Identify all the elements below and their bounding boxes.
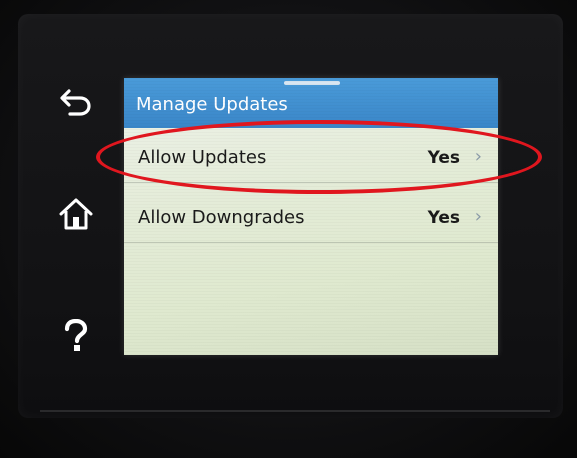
home-icon[interactable]: [48, 186, 104, 242]
bezel-edge: [40, 410, 550, 412]
printer-panel-photo: Manage Updates Allow Updates Yes › Allow…: [0, 0, 577, 458]
page-title: Manage Updates: [136, 94, 288, 115]
chevron-right-icon: ›: [474, 206, 482, 227]
back-icon[interactable]: [48, 74, 104, 130]
highlight-ellipse: [96, 120, 542, 194]
menu-item-allow-downgrades[interactable]: Allow Downgrades Yes ›: [124, 190, 498, 243]
help-icon[interactable]: [48, 308, 104, 364]
menu-item-label: Allow Downgrades: [138, 207, 305, 228]
pull-down-handle[interactable]: [284, 81, 340, 85]
menu-item-value: Yes: [427, 208, 460, 228]
